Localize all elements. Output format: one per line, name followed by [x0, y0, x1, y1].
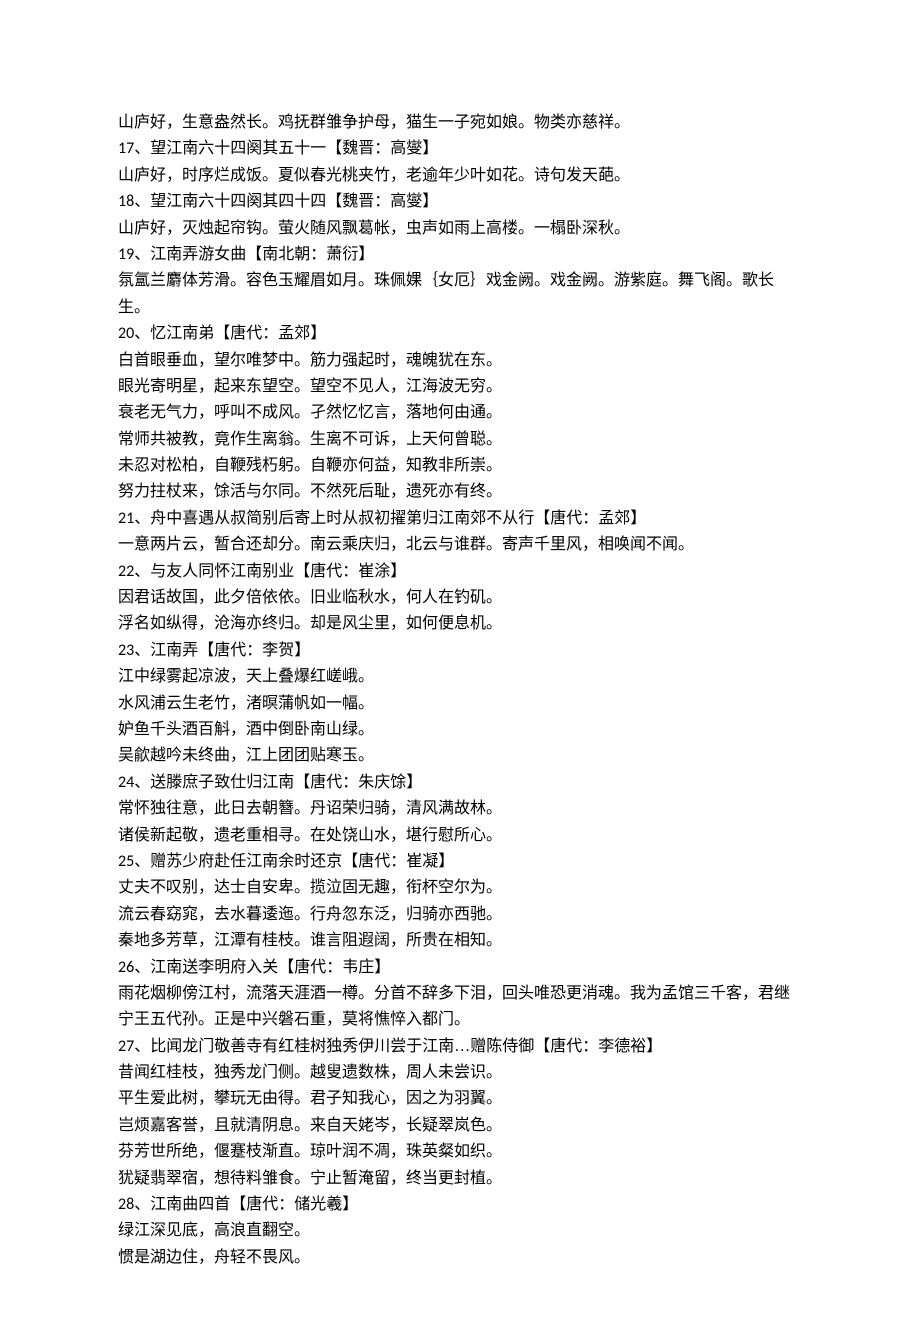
entry-number: 27 [118, 1037, 134, 1056]
text-line: 平生爱此树，攀玩无由得。君子知我心，因之为羽翼。 [118, 1086, 800, 1112]
entry-title-text: 、比闻龙门敬善寺有红桂树独秀伊川尝于江南…赠陈侍御【唐代：李德裕】 [134, 1038, 662, 1055]
entry-title-text: 、望江南六十四阕其四十四【魏晋：高燮】 [134, 193, 438, 210]
text-line: 绿江深见底，高浪直翻空。 [118, 1218, 800, 1244]
entry-title-text: 、江南弄【唐代：李贺】 [134, 642, 310, 659]
text-line: 妒鱼千头酒百斛，酒中倒卧南山绿。 [118, 717, 800, 743]
text-line: 江中绿雾起凉波，天上叠爆红嵯峨。 [118, 664, 800, 690]
entry-title-text: 、望江南六十四阕其五十一【魏晋：高燮】 [134, 140, 438, 157]
entry-number: 20 [118, 324, 134, 343]
text-line: 流云春窈窕，去水暮逶迤。行舟忽东泛，归骑亦西驰。 [118, 902, 800, 928]
text-line: 秦地多芳草，江潭有桂枝。谁言阻遐阔，所贵在相知。 [118, 928, 800, 954]
entry-number: 28 [118, 1195, 134, 1214]
text-line: 21、舟中喜遇从叔简别后寄上时从叔初擢第归江南郊不从行【唐代：孟郊】 [118, 506, 800, 532]
entry-title-text: 、江南送李明府入关【唐代：韦庄】 [134, 959, 390, 976]
text-line: 水风浦云生老竹，渚暝蒲帆如一幅。 [118, 691, 800, 717]
text-line: 雨花烟柳傍江村，流落天涯酒一樽。分首不辞多下泪，回头唯恐更消魂。我为孟馆三千客，… [118, 981, 800, 1034]
entry-number: 26 [118, 958, 134, 977]
text-line: 18、望江南六十四阕其四十四【魏晋：高燮】 [118, 189, 800, 215]
text-line: 惯是湖边住，舟轻不畏风。 [118, 1245, 800, 1271]
text-line: 常师共被教，竟作生离翁。生离不可诉，上天何曾聪。 [118, 427, 800, 453]
text-line: 岂烦嘉客誉，且就清阴息。来自天姥岑，长疑翠岚色。 [118, 1113, 800, 1139]
text-line: 20、忆江南弟【唐代：孟郊】 [118, 321, 800, 347]
entry-title-text: 、赠苏少府赴任江南余时还京【唐代：崔凝】 [134, 853, 454, 870]
text-line: 犹疑翡翠宿，想待料雏食。宁止暂淹留，终当更封植。 [118, 1166, 800, 1192]
entry-title-text: 、舟中喜遇从叔简别后寄上时从叔初擢第归江南郊不从行【唐代：孟郊】 [134, 510, 646, 527]
entry-number: 21 [118, 509, 134, 528]
entry-number: 23 [118, 641, 134, 660]
text-line: 吴歈越吟未终曲，江上团团贴寒玉。 [118, 743, 800, 769]
text-line: 24、送滕庶子致仕归江南【唐代：朱庆馀】 [118, 770, 800, 796]
text-line: 常怀独往意，此日去朝簪。丹诏荣归骑，清风满故林。 [118, 796, 800, 822]
text-line: 诸侯新起敬，遗老重相寻。在处饶山水，堪行慰所心。 [118, 823, 800, 849]
text-line: 23、江南弄【唐代：李贺】 [118, 638, 800, 664]
text-line: 白首眼垂血，望尔唯梦中。筋力强起时，魂魄犹在东。 [118, 348, 800, 374]
entry-number: 25 [118, 852, 134, 871]
entry-title-text: 、送滕庶子致仕归江南【唐代：朱庆馀】 [134, 774, 422, 791]
text-line: 浮名如纵得，沧海亦终归。却是风尘里，如何便息机。 [118, 611, 800, 637]
text-line: 19、江南弄游女曲【南北朝：萧衍】 [118, 242, 800, 268]
text-line: 衰老无气力，呼叫不成风。孑然忆忆言，落地何由通。 [118, 400, 800, 426]
text-line: 22、与友人同怀江南别业【唐代：崔涂】 [118, 559, 800, 585]
entry-title-text: 、江南曲四首【唐代：储光羲】 [134, 1196, 358, 1213]
text-line: 25、赠苏少府赴任江南余时还京【唐代：崔凝】 [118, 849, 800, 875]
text-line: 26、江南送李明府入关【唐代：韦庄】 [118, 955, 800, 981]
text-line: 因君话故国，此夕倍依依。旧业临秋水，何人在钓矶。 [118, 585, 800, 611]
entry-title-text: 、与友人同怀江南别业【唐代：崔涂】 [134, 563, 406, 580]
text-line: 山庐好，时序烂成饭。夏似春光桃夹竹，老逾年少叶如花。诗句发天葩。 [118, 163, 800, 189]
entry-number: 17 [118, 139, 134, 158]
entry-title-text: 、江南弄游女曲【南北朝：萧衍】 [134, 246, 374, 263]
text-line: 丈夫不叹别，达士自安卑。揽泣固无趣，衔杯空尔为。 [118, 875, 800, 901]
text-line: 一意两片云，暂合还却分。南云乘庆归，北云与谁群。寄声千里风，相唤闻不闻。 [118, 532, 800, 558]
text-line: 芬芳世所绝，偃蹇枝渐直。琼叶润不凋，珠英粲如织。 [118, 1139, 800, 1165]
text-line: 未忍对松柏，自鞭残朽躬。自鞭亦何益，知教非所崇。 [118, 453, 800, 479]
entry-number: 24 [118, 773, 134, 792]
entry-number: 22 [118, 562, 134, 581]
text-line: 27、比闻龙门敬善寺有红桂树独秀伊川尝于江南…赠陈侍御【唐代：李德裕】 [118, 1034, 800, 1060]
text-line: 17、望江南六十四阕其五十一【魏晋：高燮】 [118, 136, 800, 162]
entry-number: 19 [118, 245, 134, 264]
text-line: 28、江南曲四首【唐代：储光羲】 [118, 1192, 800, 1218]
text-line: 山庐好，灭烛起帘钩。萤火随风飘葛帐，虫声如雨上高楼。一榻卧深秋。 [118, 216, 800, 242]
text-line: 氛氲兰麝体芳滑。容色玉耀眉如月。珠佩婐｛女厄｝戏金阙。戏金阙。游紫庭。舞飞阁。歌… [118, 268, 800, 321]
text-line: 山庐好，生意盎然长。鸡抚群雏争护母，猫生一子宛如娘。物类亦慈祥。 [118, 110, 800, 136]
entry-title-text: 、忆江南弟【唐代：孟郊】 [134, 325, 326, 342]
text-line: 昔闻红桂枝，独秀龙门侧。越叟遗数株，周人未尝识。 [118, 1060, 800, 1086]
text-line: 眼光寄明星，起来东望空。望空不见人，江海波无穷。 [118, 374, 800, 400]
entry-number: 18 [118, 192, 134, 211]
text-line: 努力拄杖来，馀活与尔同。不然死后耻，遗死亦有终。 [118, 479, 800, 505]
